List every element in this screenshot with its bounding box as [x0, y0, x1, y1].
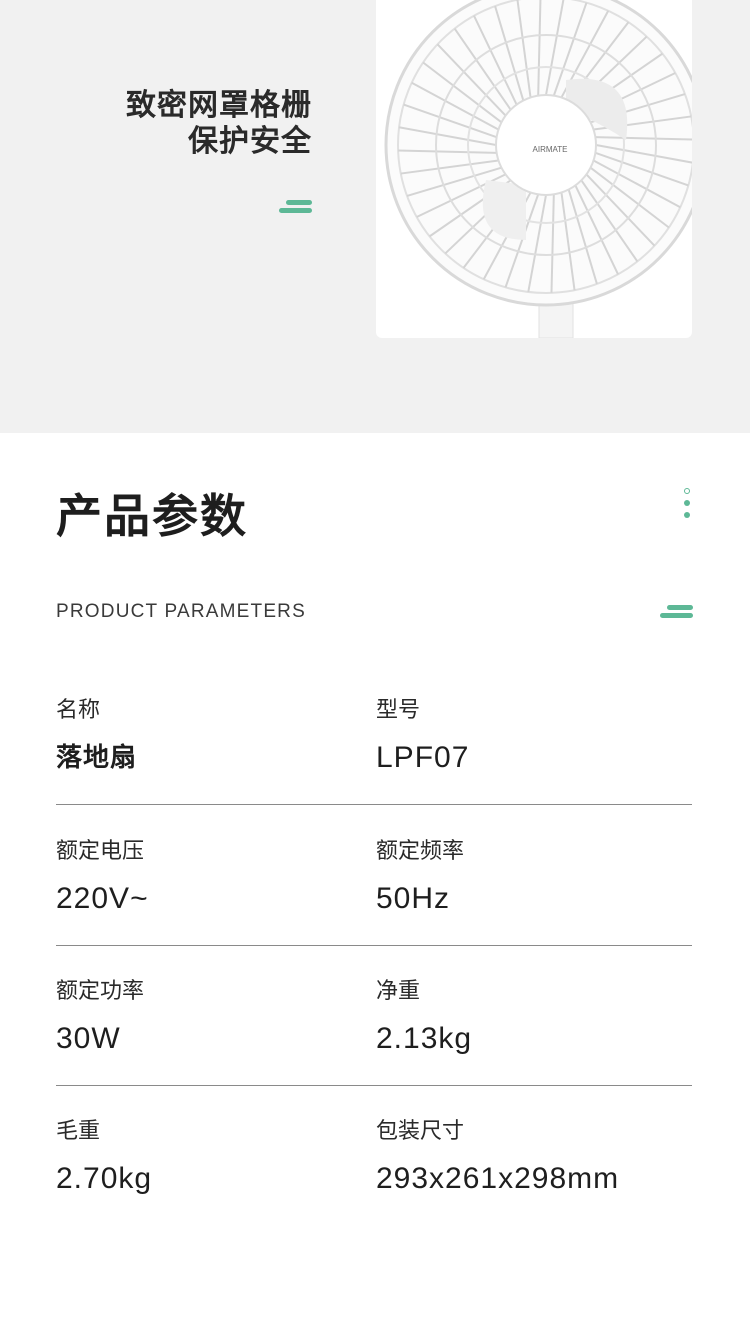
- param-label: 净重: [376, 979, 421, 1004]
- param-label: 额定电压: [56, 839, 145, 864]
- param-label: 包装尺寸: [376, 1119, 465, 1144]
- feature-title-line1: 致密网罩格栅: [126, 88, 312, 123]
- param-gross-weight: 毛重 2.70kg: [56, 1117, 152, 1199]
- param-net-weight: 净重 2.13kg: [376, 977, 472, 1059]
- param-package-size: 包装尺寸 293x261x298mm: [376, 1117, 619, 1199]
- param-rated-frequency: 额定频率 50Hz: [376, 837, 464, 919]
- param-rated-power: 额定功率 30W: [56, 977, 144, 1059]
- param-row: 毛重 2.70kg 包装尺寸 293x261x298mm: [56, 1117, 692, 1257]
- params-title: 产品参数: [56, 489, 248, 543]
- param-label: 额定功率: [56, 979, 145, 1004]
- param-value: 2.13kg: [376, 1022, 473, 1055]
- more-dots-icon: [684, 488, 692, 524]
- param-rated-voltage: 额定电压 220V~: [56, 837, 149, 919]
- feature-title-line2: 保护安全: [188, 124, 312, 159]
- param-label: 型号: [376, 698, 421, 723]
- divider: [56, 1085, 692, 1086]
- param-value: 293x261x298mm: [376, 1162, 620, 1195]
- params-subtitle: PRODUCT PARAMETERS: [56, 601, 306, 622]
- param-row: 额定电压 220V~ 额定频率 50Hz: [56, 837, 692, 977]
- param-row: 名称 落地扇 型号 LPF07: [56, 696, 692, 836]
- feature-title: 致密网罩格栅 保护安全: [126, 88, 312, 160]
- accent-mark-icon: [279, 199, 312, 215]
- feature-section: 致密网罩格栅 保护安全 AIRMATE: [0, 0, 750, 433]
- param-label: 名称: [56, 698, 101, 723]
- param-label: 额定频率: [376, 839, 465, 864]
- param-label: 毛重: [56, 1119, 101, 1144]
- param-value: LPF07: [376, 741, 470, 774]
- fan-image: AIRMATE: [376, 0, 692, 338]
- param-name: 名称 落地扇: [56, 696, 137, 778]
- param-value: 220V~: [56, 882, 149, 915]
- accent-mark-icon: [660, 604, 693, 620]
- divider: [56, 804, 692, 805]
- param-row: 额定功率 30W 净重 2.13kg: [56, 977, 692, 1117]
- brand-logo: AIRMATE: [533, 145, 568, 154]
- param-value: 落地扇: [56, 743, 138, 773]
- divider: [56, 945, 692, 946]
- param-value: 2.70kg: [56, 1162, 153, 1195]
- param-value: 30W: [56, 1022, 121, 1055]
- param-value: 50Hz: [376, 882, 451, 915]
- param-model: 型号 LPF07: [376, 696, 469, 778]
